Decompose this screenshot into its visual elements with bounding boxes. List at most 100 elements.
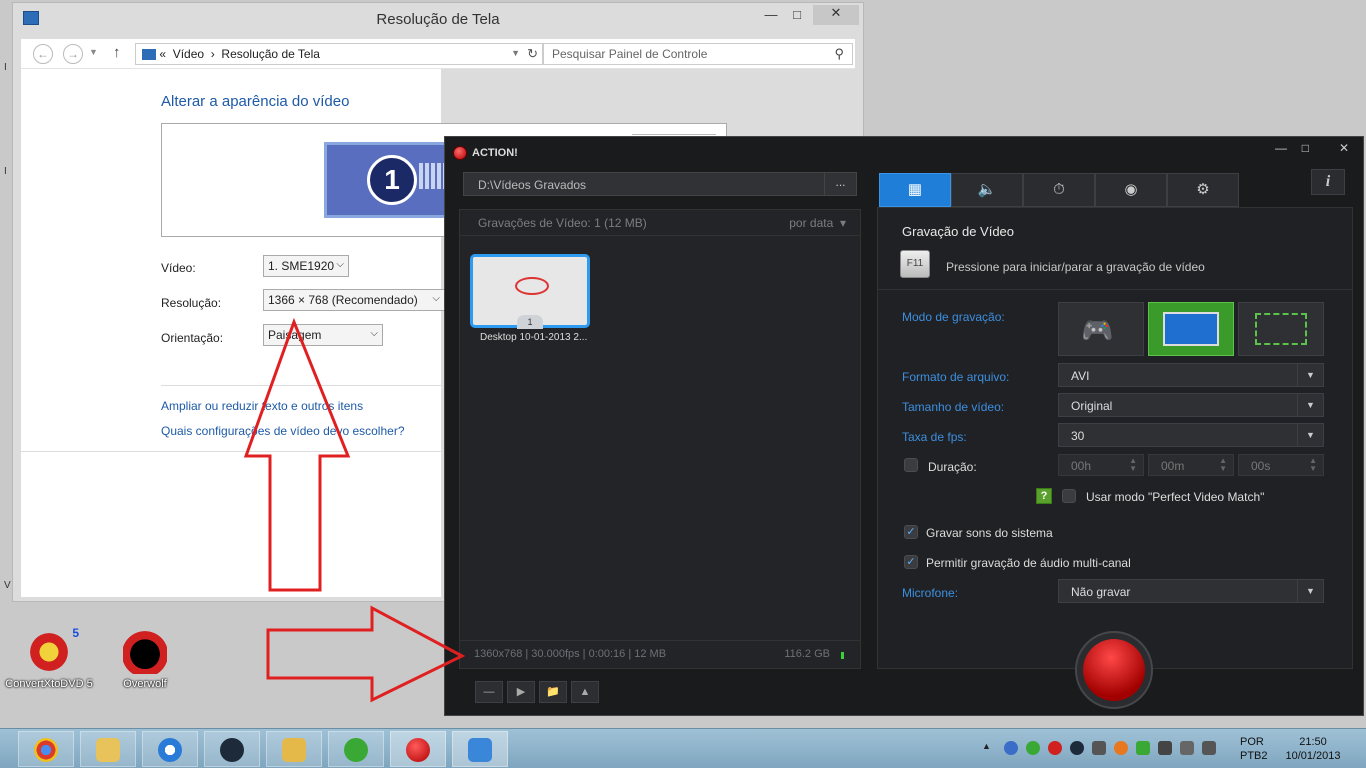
action-minimize-button[interactable]: —	[1275, 141, 1287, 155]
taskbar-action[interactable]	[390, 731, 446, 767]
info-button[interactable]: i	[1311, 169, 1345, 195]
mode-desktop-button[interactable]	[1148, 302, 1234, 356]
duration-minutes[interactable]: 00m ▲ ▼	[1148, 454, 1234, 476]
taskbar-remote-desktop[interactable]	[266, 731, 322, 767]
format-select[interactable]: AVI ▼	[1058, 363, 1324, 387]
duration-checkbox[interactable]	[904, 458, 918, 472]
desktop-edge-text: I	[4, 62, 7, 73]
orientation-select[interactable]: Paisagem ⌵	[263, 324, 383, 346]
tab-screenshot[interactable]: ◉	[1095, 173, 1167, 207]
action-close-button[interactable]: ✕	[1339, 141, 1349, 155]
search-input[interactable]: Pesquisar Painel de Controle ⚲	[543, 43, 853, 65]
upload-button[interactable]: ▲	[571, 681, 599, 703]
stepper-arrows-icon[interactable]: ▲ ▼	[1219, 457, 1227, 473]
utorrent-icon	[344, 738, 368, 762]
tray-speaker-icon[interactable]	[1092, 741, 1106, 755]
tab-video[interactable]: ▦	[879, 173, 951, 207]
tray-nvidia-icon[interactable]	[1136, 741, 1150, 755]
sort-label: por data	[789, 216, 834, 230]
desktop-icon-overwolf[interactable]: Overwolf	[100, 630, 190, 690]
fps-value: 30	[1071, 429, 1085, 443]
record-button[interactable]	[1075, 631, 1153, 709]
mic-select[interactable]: Não gravar ▼	[1058, 579, 1324, 603]
perfect-match-checkbox[interactable]	[1062, 489, 1076, 503]
stepper-arrows-icon[interactable]: ▲ ▼	[1309, 457, 1317, 473]
output-path-field[interactable]: D:\Vídeos Gravados ...	[463, 172, 857, 196]
duration-hours[interactable]: 00h ▲ ▼	[1058, 454, 1144, 476]
system-sounds-checkbox[interactable]: ✓	[904, 525, 918, 539]
action-record-icon	[406, 738, 430, 762]
action-maximize-button[interactable]: □	[1302, 141, 1309, 155]
size-select[interactable]: Original ▼	[1058, 393, 1324, 417]
back-arrow-icon[interactable]: ←	[33, 44, 53, 64]
search-icon[interactable]: ⚲	[834, 46, 844, 62]
maximize-button[interactable]: □	[783, 7, 811, 22]
tray-network-globe-icon[interactable]	[1004, 741, 1018, 755]
which-settings-link[interactable]: Quais configurações de vídeo devo escolh…	[161, 424, 405, 438]
monitor-grid-icon	[419, 163, 445, 189]
refresh-icon[interactable]: ↻	[527, 46, 538, 62]
browse-button[interactable]: ...	[824, 173, 856, 195]
desktop-screen-icon	[1163, 312, 1219, 346]
monitor-1-preview[interactable]: 1	[324, 142, 458, 218]
minimize-button[interactable]: —	[757, 7, 785, 22]
fps-select[interactable]: 30 ▼	[1058, 423, 1324, 447]
resolution-select[interactable]: 1366 × 768 (Recomendado) ⌵	[263, 289, 445, 311]
recording-thumbnail[interactable]: 1	[470, 254, 590, 329]
taskbar-control-panel[interactable]	[452, 731, 508, 767]
tab-audio[interactable]: 🔈	[951, 173, 1023, 207]
tray-volume-icon[interactable]	[1202, 741, 1216, 755]
taskbar-file-explorer[interactable]	[80, 731, 136, 767]
taskbar-chrome[interactable]	[18, 731, 74, 767]
help-icon[interactable]: ?	[1036, 488, 1052, 504]
show-hidden-icons-icon[interactable]: ▲	[982, 741, 996, 755]
history-dropdown-icon[interactable]: ▼	[89, 47, 98, 57]
action-titlebar: ACTION!	[453, 143, 518, 163]
size-value: Original	[1071, 399, 1113, 413]
open-folder-button[interactable]: 📁	[539, 681, 567, 703]
play-button[interactable]: ▶	[507, 681, 535, 703]
taskbar-utorrent[interactable]	[328, 731, 384, 767]
resolution-value: 1366 × 768 (Recomendado)	[268, 293, 418, 307]
text-size-link[interactable]: Ampliar ou reduzir texto e outros itens	[161, 399, 363, 413]
taskbar-steam[interactable]	[204, 731, 260, 767]
tab-settings[interactable]: ⚙	[1167, 173, 1239, 207]
address-dropdown-icon[interactable]: ▼	[511, 48, 520, 58]
tab-timer[interactable]: ⏱	[1023, 173, 1095, 207]
chevron-down-icon: ▼	[1297, 580, 1323, 602]
orientation-value: Paisagem	[268, 328, 322, 342]
taskbar-itunes[interactable]	[142, 731, 198, 767]
close-button[interactable]: ✕	[813, 5, 859, 25]
up-arrow-icon[interactable]: ↑	[113, 44, 121, 61]
tray-network-icon[interactable]	[1180, 741, 1194, 755]
language-indicator[interactable]: POR PTB2	[1240, 735, 1268, 763]
video-select[interactable]: 1. SME1920 ⌵	[263, 255, 349, 277]
taskbar: ▲ POR PTB2 21:50 10/01/2013	[0, 728, 1366, 768]
convertxtodvd-icon: 5	[27, 626, 79, 674]
stepper-arrows-icon[interactable]: ▲ ▼	[1129, 457, 1137, 473]
breadcrumb-parent[interactable]: Vídeo	[173, 47, 204, 61]
bicycle-thumbnail-image	[515, 277, 549, 295]
breadcrumb[interactable]: « Vídeo › Resolução de Tela ▼ ↻	[135, 43, 543, 65]
clock-time: 21:50	[1299, 736, 1327, 748]
delete-button[interactable]: —	[475, 681, 503, 703]
hotkey-hint: Pressione para iniciar/parar a gravação …	[946, 260, 1205, 274]
language-code: POR	[1240, 736, 1264, 748]
disk-status-led	[841, 652, 844, 659]
forward-arrow-icon[interactable]: →	[63, 44, 83, 64]
duration-seconds[interactable]: 00s ▲ ▼	[1238, 454, 1324, 476]
tray-avast-icon[interactable]	[1114, 741, 1128, 755]
multichannel-checkbox[interactable]: ✓	[904, 555, 918, 569]
tray-steam-icon[interactable]	[1070, 741, 1084, 755]
desktop-icon-convertxtodvd[interactable]: 5 ConvertXtoDVD 5	[4, 626, 94, 690]
hotkey-button[interactable]: F11	[900, 250, 930, 278]
breadcrumb-current: Resolução de Tela	[221, 47, 320, 61]
tray-utorrent-icon[interactable]	[1026, 741, 1040, 755]
duration-seconds-value: 00s	[1251, 459, 1271, 473]
clock[interactable]: 21:50 10/01/2013	[1283, 735, 1343, 763]
tray-display-icon[interactable]	[1158, 741, 1172, 755]
tray-action-icon[interactable]	[1048, 741, 1062, 755]
mode-region-button[interactable]	[1238, 302, 1324, 356]
sort-dropdown[interactable]: por data ▾	[789, 216, 846, 230]
mode-game-button[interactable]: 🎮	[1058, 302, 1144, 356]
